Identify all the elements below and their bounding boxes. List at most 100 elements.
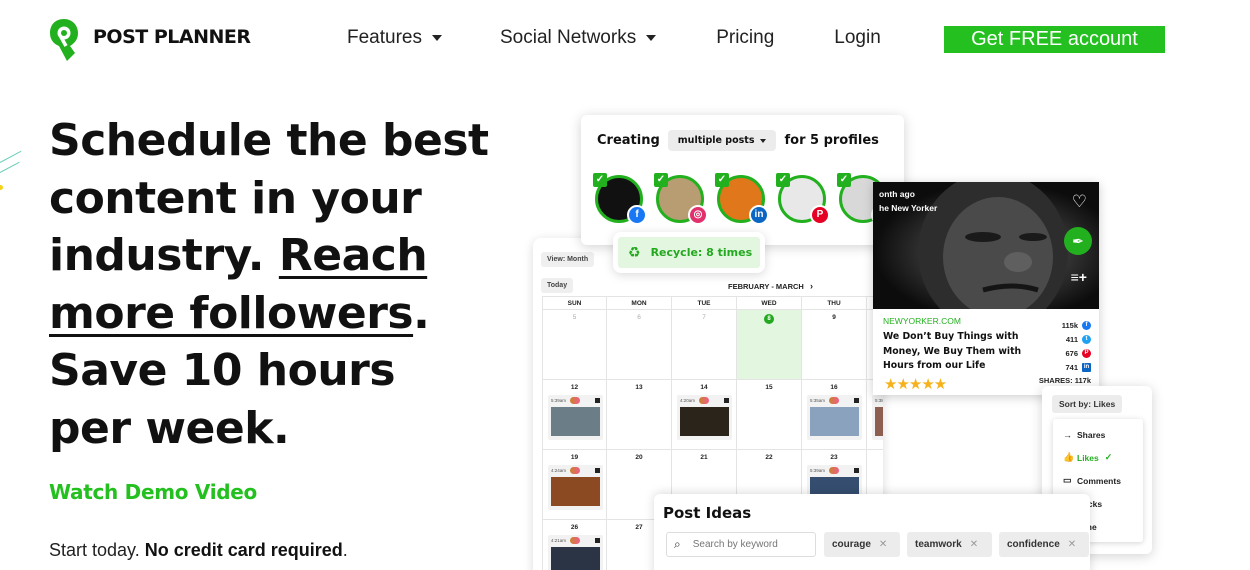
post-image bbox=[551, 477, 600, 506]
scheduled-post[interactable]: 4:20am bbox=[677, 395, 732, 440]
start-today-text: Start today. No credit card required. bbox=[49, 540, 348, 561]
hero-title-save-text: Save 10 hours per week. bbox=[49, 345, 396, 454]
calendar-cell[interactable]: 26 4:21am bbox=[542, 520, 607, 570]
check-icon: ✓ bbox=[776, 173, 790, 187]
calendar-date: 16 bbox=[830, 384, 838, 391]
calendar-cell[interactable]: 15 bbox=[737, 380, 802, 450]
chip-label: teamwork bbox=[915, 539, 962, 550]
recycle-icon: ♻ bbox=[628, 244, 641, 261]
scheduled-post[interactable]: 4:24am bbox=[548, 465, 603, 510]
keyword-chip[interactable]: teamwork ✕ bbox=[907, 532, 992, 557]
keyword-search-input[interactable] bbox=[692, 539, 803, 550]
quill-icon[interactable]: ✒ bbox=[1064, 227, 1092, 255]
post-time: 4:20am bbox=[680, 398, 696, 403]
calendar-cell[interactable]: 16 5:35am bbox=[802, 380, 867, 450]
post-image bbox=[875, 407, 883, 436]
linkedin-icon: in bbox=[749, 205, 769, 225]
check-icon: ✓ bbox=[837, 173, 851, 187]
keyword-chip[interactable]: confidence ✕ bbox=[999, 532, 1089, 557]
post-image bbox=[680, 407, 729, 436]
calendar-cell[interactable]: 14 4:20am bbox=[672, 380, 737, 450]
chevron-right-icon[interactable]: › bbox=[810, 281, 813, 291]
scheduled-post[interactable]: 5:38am bbox=[872, 395, 883, 440]
nav-pricing[interactable]: Pricing bbox=[716, 27, 774, 49]
start-today-period: . bbox=[342, 540, 348, 560]
calendar-cell[interactable]: 7 bbox=[672, 310, 737, 380]
article-image: onth ago he New Yorker ♡ ✒ ≡+ bbox=[873, 182, 1099, 309]
today-button[interactable]: Today bbox=[541, 278, 574, 293]
calendar-cell[interactable]: 5 bbox=[542, 310, 607, 380]
sort-option-label: Shares bbox=[1077, 429, 1106, 440]
recycle-badge[interactable]: ♻ Recycle: 8 times bbox=[613, 232, 765, 273]
calendar-cell[interactable]: 6 bbox=[607, 310, 672, 380]
article-publisher: he New Yorker bbox=[879, 203, 938, 213]
logo[interactable]: POST PLANNER bbox=[49, 18, 251, 62]
comments-icon: ▭ bbox=[1063, 475, 1072, 485]
calendar-date: 21 bbox=[700, 454, 708, 461]
share-count: 115k bbox=[1061, 320, 1078, 330]
post-time: 5:38am bbox=[875, 398, 883, 403]
nav-social-networks[interactable]: Social Networks bbox=[500, 27, 657, 49]
profile-avatar[interactable]: ✓ f bbox=[593, 173, 647, 225]
logo-text: POST PLANNER bbox=[93, 26, 251, 48]
get-free-account-button[interactable]: Get FREE account bbox=[944, 26, 1165, 53]
nav-login[interactable]: Login bbox=[834, 27, 881, 49]
profile-avatars bbox=[570, 537, 580, 544]
profile-avatar[interactable]: ✓ ◎ bbox=[654, 173, 708, 225]
calendar-cell[interactable]: 9 bbox=[802, 310, 867, 380]
sort-option-likes[interactable]: 👍 Likes ✓ bbox=[1053, 446, 1143, 469]
month-range: FEBRUARY - MARCH bbox=[728, 282, 804, 291]
calendar-cell[interactable]: 19 4:24am bbox=[542, 450, 607, 520]
heart-icon[interactable]: ♡ bbox=[1072, 192, 1087, 212]
post-time: 5:39am bbox=[551, 398, 567, 403]
shares-icon: → bbox=[1063, 429, 1072, 440]
calendar-cell[interactable]: 13 bbox=[607, 380, 672, 450]
instagram-icon: ◎ bbox=[688, 205, 708, 225]
watch-demo-link[interactable]: Watch Demo Video bbox=[49, 480, 257, 504]
today-date-badge: 8 bbox=[764, 314, 774, 324]
calendar-day-header: WED bbox=[737, 296, 802, 310]
calendar-date: 20 bbox=[635, 454, 643, 461]
view-month-button[interactable]: View: Month bbox=[541, 252, 595, 267]
image-icon bbox=[595, 468, 600, 473]
calendar-cell[interactable]: 8 bbox=[737, 310, 802, 380]
creating-label: Creating bbox=[597, 133, 660, 148]
caret-down-icon bbox=[646, 35, 657, 41]
sort-option-label: Likes bbox=[1077, 452, 1099, 463]
post-type-select[interactable]: multiple posts bbox=[667, 130, 777, 151]
keyword-search[interactable]: ⌕ bbox=[666, 532, 816, 557]
recycle-label: Recycle: 8 times bbox=[650, 246, 753, 259]
search-icon: ⌕ bbox=[674, 537, 681, 551]
post-image bbox=[810, 407, 859, 436]
twitter-icon: t bbox=[1082, 334, 1091, 344]
caret-down-icon bbox=[431, 35, 442, 41]
calendar-cell[interactable]: 12 5:39am bbox=[542, 380, 607, 450]
profile-list: ✓f✓◎✓in✓P✓t bbox=[593, 173, 898, 225]
sort-option-comments[interactable]: ▭ Comments bbox=[1053, 469, 1143, 492]
remove-chip-icon[interactable]: ✕ bbox=[879, 539, 887, 550]
calendar-month-label: FEBRUARY - MARCH › bbox=[728, 281, 813, 291]
add-to-queue-icon[interactable]: ≡+ bbox=[1071, 269, 1087, 285]
calendar-date: 5 bbox=[572, 314, 577, 321]
scheduled-post[interactable]: 5:39am bbox=[548, 395, 603, 440]
calendar-date: 22 bbox=[765, 454, 773, 461]
profile-avatar[interactable]: ✓ in bbox=[715, 173, 769, 225]
share-stat: 115k f bbox=[1039, 318, 1091, 332]
content-card[interactable]: onth ago he New Yorker ♡ ✒ ≡+ NEWYORKER.… bbox=[873, 182, 1099, 395]
pinterest-icon: P bbox=[1082, 348, 1091, 358]
scheduled-post[interactable]: 5:35am bbox=[807, 395, 862, 440]
profile-avatars bbox=[829, 467, 839, 474]
calendar-day-header: MON bbox=[607, 296, 672, 310]
remove-chip-icon[interactable]: ✕ bbox=[1068, 539, 1076, 550]
sort-option-label: Comments bbox=[1077, 475, 1121, 486]
nav-features[interactable]: Features bbox=[347, 27, 442, 49]
profile-avatar[interactable]: ✓ P bbox=[776, 173, 830, 225]
sort-option-shares[interactable]: → Shares bbox=[1053, 423, 1143, 446]
scheduled-post[interactable]: 4:21am bbox=[548, 535, 603, 570]
keyword-chip[interactable]: courage ✕ bbox=[824, 532, 900, 557]
profile-avatars bbox=[570, 467, 580, 474]
remove-chip-icon[interactable]: ✕ bbox=[970, 539, 978, 550]
share-count: 741 bbox=[1065, 362, 1078, 372]
sort-by-button[interactable]: Sort by: Likes bbox=[1052, 395, 1123, 413]
calendar-date: 19 bbox=[570, 454, 579, 461]
